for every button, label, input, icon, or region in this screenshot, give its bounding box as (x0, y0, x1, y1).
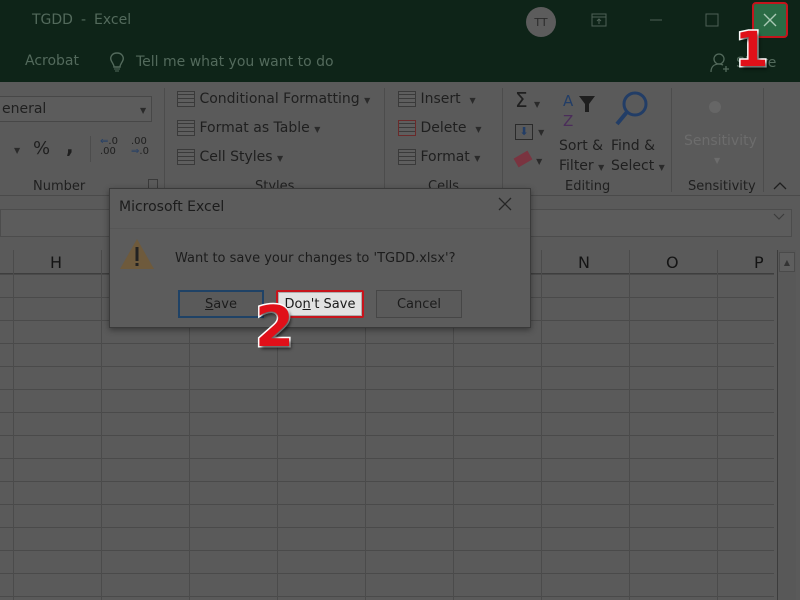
maximize-button[interactable] (689, 2, 735, 38)
save-label-accel: S (205, 296, 214, 312)
accounting-format-dropdown[interactable]: ▼ (14, 146, 20, 155)
conditional-formatting-label: Conditional Formatting (199, 91, 360, 107)
sort-filter-label-line2: Filter (559, 158, 594, 174)
find-select-label-line2: Select (611, 158, 655, 174)
format-as-table-label: Format as Table (199, 120, 310, 136)
column-header-o[interactable]: O (666, 253, 679, 272)
cell-styles-icon (177, 149, 195, 165)
clear-button[interactable]: ▼ (513, 149, 542, 168)
dialog-message: Want to save your changes to 'TGDD.xlsx'… (175, 251, 456, 266)
insert-cells-icon (398, 91, 416, 107)
group-label-sensitivity: Sensitivity (688, 179, 756, 194)
eraser-icon (513, 150, 533, 168)
magnifier-icon (615, 91, 648, 126)
collapse-ribbon-button[interactable] (773, 180, 787, 194)
ribbon-divider (763, 88, 764, 192)
minimize-icon (650, 19, 662, 21)
close-icon (498, 197, 512, 211)
grid-line (13, 250, 14, 600)
tell-me-search[interactable]: Tell me what you want to do (108, 51, 334, 73)
number-format-value: eneral (2, 101, 47, 117)
vertical-scrollbar[interactable] (777, 250, 796, 600)
delete-label: Delete (420, 120, 467, 136)
svg-text:A: A (563, 92, 574, 110)
dialog-divider (110, 228, 530, 229)
decrease-decimal-button[interactable]: .00 ⇒.0 (131, 137, 149, 157)
fill-button[interactable]: ⬇ ▼ (515, 120, 544, 140)
chevron-down-icon (773, 213, 785, 220)
add-person-icon (710, 53, 729, 73)
sort-filter-icon: A Z (563, 92, 595, 130)
group-label-number: Number (33, 179, 86, 194)
format-cells-button[interactable]: Format ▼ (398, 149, 480, 165)
column-header-h[interactable]: H (50, 253, 62, 272)
find-select-button[interactable]: Find & Select ▼ (611, 90, 665, 178)
step-marker-1: 1 (733, 22, 769, 78)
warning-icon (119, 238, 155, 274)
user-avatar[interactable]: TT (526, 7, 556, 37)
tab-acrobat[interactable]: Acrobat (25, 53, 79, 69)
excel-window: TGDD - Excel TT Acrobat Tell me what you w… (0, 0, 800, 600)
format-as-table-button[interactable]: Format as Table ▼ (177, 120, 320, 136)
percent-style-button[interactable]: % (33, 138, 50, 159)
dialog-title: Microsoft Excel (119, 199, 225, 215)
app-name: Excel (94, 12, 132, 28)
sort-filter-label-line1: Sort & (559, 138, 604, 154)
minimize-button[interactable] (633, 2, 679, 38)
ribbon-divider (164, 88, 165, 192)
window-title: TGDD - Excel (32, 12, 131, 28)
sensitivity-icon (709, 101, 721, 113)
maximize-icon (705, 13, 719, 27)
ribbon-divider (384, 88, 385, 192)
dont-save-label-post: 't Save (310, 296, 356, 312)
svg-text:Z: Z (563, 112, 573, 130)
format-label: Format (420, 149, 470, 165)
grid-line (101, 250, 102, 600)
grid-line (629, 250, 630, 600)
comma-style-button[interactable]: , (66, 134, 74, 158)
sensitivity-button[interactable]: Sensitivity (684, 133, 757, 149)
delete-cells-button[interactable]: Delete ▼ (398, 120, 482, 136)
delete-cells-icon (398, 120, 416, 136)
scroll-up-button[interactable]: ▲ (779, 252, 795, 272)
insert-label: Insert (420, 91, 461, 107)
dialog-close-button[interactable] (498, 195, 512, 216)
step-marker-2: 2 (254, 295, 296, 360)
group-label-editing: Editing (565, 179, 611, 194)
format-cells-icon (398, 149, 416, 165)
cancel-button[interactable]: Cancel (376, 290, 462, 318)
find-select-label-line1: Find & (611, 138, 656, 154)
ribbon-display-options-button[interactable] (576, 2, 622, 38)
document-name: TGDD (32, 12, 73, 28)
tell-me-placeholder: Tell me what you want to do (136, 54, 334, 70)
ribbon-divider (502, 88, 503, 192)
grid-line (541, 250, 542, 600)
ribbon-display-icon (591, 13, 607, 27)
autosum-button[interactable]: Σ ▼ (515, 88, 540, 112)
sort-filter-button[interactable]: A Z Sort & Filter ▼ (559, 90, 604, 178)
dont-save-label-accel: n (302, 296, 311, 312)
chevron-down-icon: ▼ (140, 106, 147, 115)
column-header-n[interactable]: N (578, 253, 590, 272)
column-header-p[interactable]: P (754, 253, 764, 272)
number-divider (90, 136, 91, 162)
insert-cells-button[interactable]: Insert ▼ (398, 91, 476, 107)
format-as-table-icon (177, 120, 195, 136)
sigma-icon: Σ (515, 88, 528, 112)
fill-down-icon: ⬇ (515, 124, 533, 140)
conditional-formatting-icon (177, 91, 195, 107)
save-button[interactable]: Save (178, 290, 264, 318)
sensitivity-dropdown-caret: ▼ (714, 156, 721, 165)
conditional-formatting-button[interactable]: Conditional Formatting ▼ (177, 91, 370, 107)
increase-decimal-button[interactable]: ⇐.0.00 (100, 137, 118, 157)
lightbulb-icon (110, 52, 124, 72)
title-separator: - (80, 12, 87, 28)
cell-styles-button[interactable]: Cell Styles ▼ (177, 149, 283, 165)
save-label-post: ave (213, 296, 237, 312)
cell-styles-label: Cell Styles (199, 149, 273, 165)
expand-formula-bar-button[interactable] (773, 213, 785, 224)
chevron-up-icon (773, 182, 787, 190)
ribbon-divider (671, 88, 672, 192)
grid-line (717, 250, 718, 600)
